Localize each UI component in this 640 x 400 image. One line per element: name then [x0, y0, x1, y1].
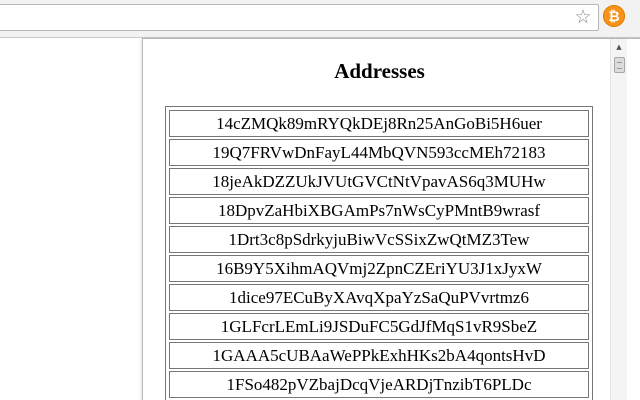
extension-popup: Addresses 14cZMQk89mRYQkDEj8Rn25AnGoBi5H…: [142, 38, 640, 400]
address-cell[interactable]: 1GAAA5cUBAaWePPkExhHKs2bA4qontsHvD: [169, 342, 589, 369]
table-row: 1Drt3c8pSdrkyjuBiwVcSSixZwQtMZ3Tew: [169, 226, 589, 253]
address-cell[interactable]: 19Q7FRVwDnFayL44MbQVN593ccMEh72183: [169, 139, 589, 166]
scroll-up-arrow-icon[interactable]: ▲: [611, 39, 627, 55]
table-row: 1GAAA5cUBAaWePPkExhHKs2bA4qontsHvD: [169, 342, 589, 369]
address-cell[interactable]: 18jeAkDZZUkJVUtGVCtNtVpavAS6q3MUHw: [169, 168, 589, 195]
address-cell[interactable]: 18DpvZaHbiXBGAmPs7nWsCyPMntB9wrasf: [169, 197, 589, 224]
table-row: 1dice97ECuByXAvqXpaYzSaQuPVvrtmz6: [169, 284, 589, 311]
bitcoin-icon[interactable]: ₿: [603, 5, 625, 27]
vertical-scrollbar[interactable]: ▲: [610, 39, 627, 400]
browser-toolbar: ☆ ₿: [0, 0, 640, 38]
table-row: 1FSo482pVZbajDcqVjeARDjTnzibT6PLDc: [169, 371, 589, 398]
table-row: 19Q7FRVwDnFayL44MbQVN593ccMEh72183: [169, 139, 589, 166]
table-row: 16B9Y5XihmAQVmj2ZpnCZEriYU3J1xJyxW: [169, 255, 589, 282]
table-row: 1GLFcrLEmLi9JSDuFC5GdJfMqS1vR9SbeZ: [169, 313, 589, 340]
address-cell[interactable]: 1Drt3c8pSdrkyjuBiwVcSSixZwQtMZ3Tew: [169, 226, 589, 253]
popup-title: Addresses: [334, 59, 425, 83]
scroll-thumb[interactable]: [614, 57, 625, 73]
address-cell[interactable]: 1FSo482pVZbajDcqVjeARDjTnzibT6PLDc: [169, 371, 589, 398]
address-cell[interactable]: 1GLFcrLEmLi9JSDuFC5GdJfMqS1vR9SbeZ: [169, 313, 589, 340]
table-row: 18DpvZaHbiXBGAmPs7nWsCyPMntB9wrasf: [169, 197, 589, 224]
address-cell[interactable]: 16B9Y5XihmAQVmj2ZpnCZEriYU3J1xJyxW: [169, 255, 589, 282]
addresses-table: 14cZMQk89mRYQkDEj8Rn25AnGoBi5H6uer 19Q7F…: [165, 106, 593, 400]
table-row: 14cZMQk89mRYQkDEj8Rn25AnGoBi5H6uer: [169, 110, 589, 137]
table-row: 18jeAkDZZUkJVUtGVCtNtVpavAS6q3MUHw: [169, 168, 589, 195]
star-icon[interactable]: ☆: [572, 6, 594, 28]
address-cell[interactable]: 14cZMQk89mRYQkDEj8Rn25AnGoBi5H6uer: [169, 110, 589, 137]
address-bar[interactable]: [0, 4, 599, 31]
address-cell[interactable]: 1dice97ECuByXAvqXpaYzSaQuPVvrtmz6: [169, 284, 589, 311]
